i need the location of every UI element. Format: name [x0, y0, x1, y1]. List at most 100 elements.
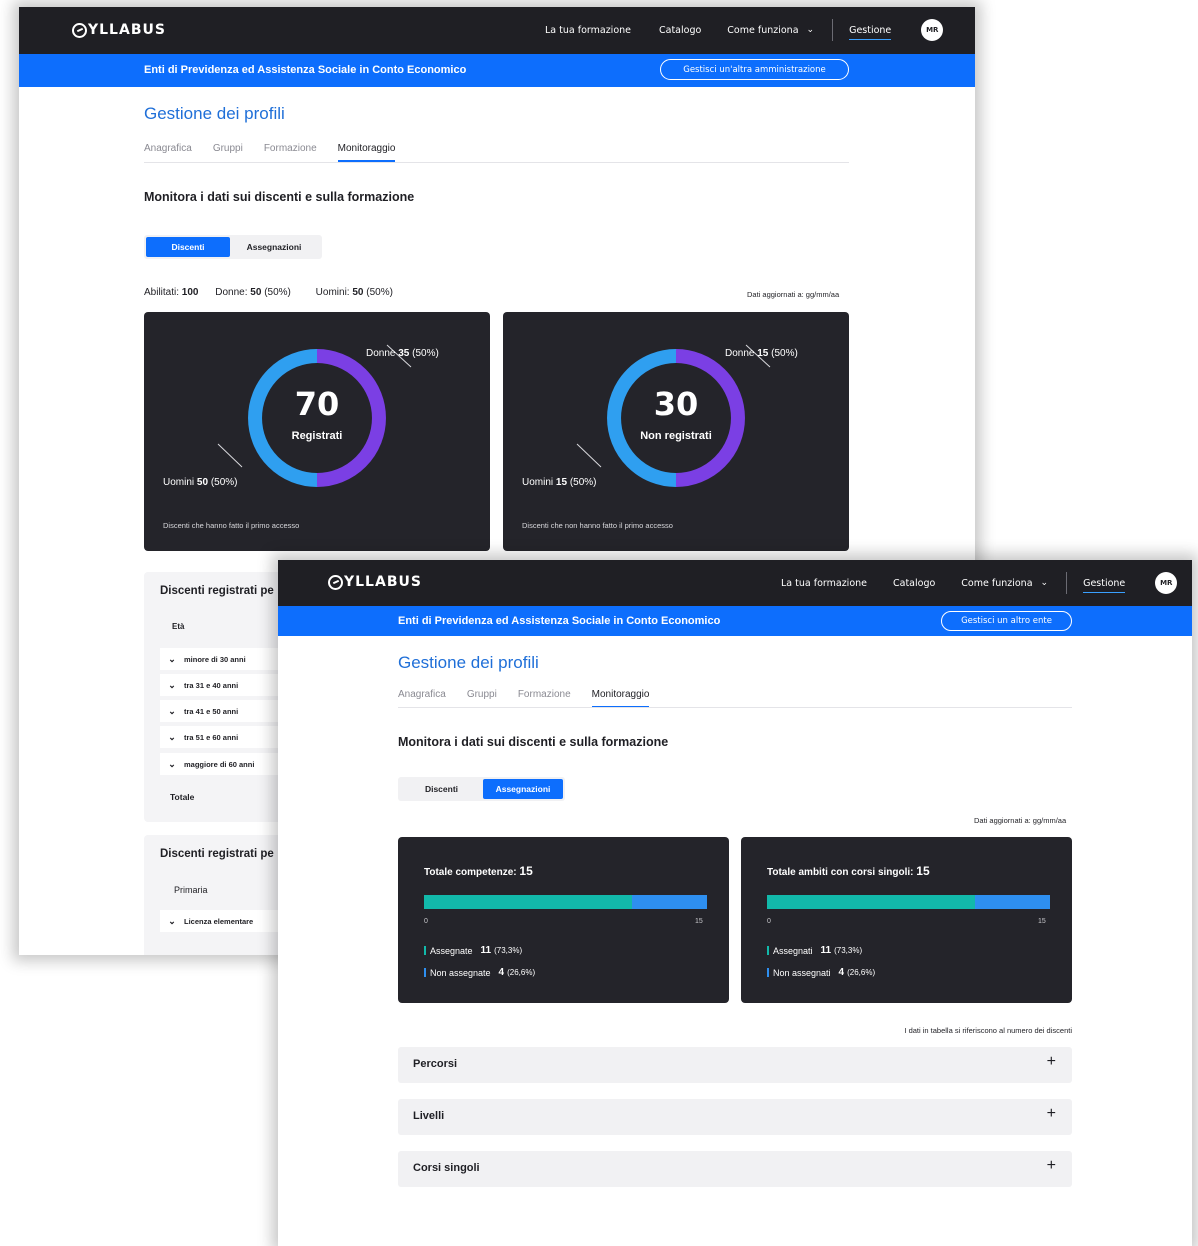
non-registrati-label: Non registrati: [640, 430, 712, 442]
uomini-value: 15: [555, 477, 568, 488]
main-nav: La tua formazione Catalogo Come funziona…: [781, 572, 1178, 594]
view-toggle: Discenti Assegnazioni: [398, 777, 565, 801]
syllabus-logo-icon: [72, 22, 87, 38]
accordion-percorsi[interactable]: Percorsi +: [398, 1047, 1072, 1083]
accordion-corsi-singoli[interactable]: Corsi singoli +: [398, 1151, 1072, 1187]
row-label: tra 41 e 50 anni: [184, 706, 239, 716]
legend-marker: [424, 946, 426, 955]
organization-name: Enti di Previdenza ed Assistenza Sociale…: [144, 64, 467, 76]
plus-icon[interactable]: +: [1047, 1053, 1056, 1071]
registrati-count: 70: [294, 385, 340, 423]
legend-assigned: Assegnati 11 (73,3%): [767, 945, 862, 956]
tab-gruppi[interactable]: Gruppi: [467, 689, 497, 708]
chevron-down-icon[interactable]: ⌄: [160, 654, 184, 665]
chevron-down-icon[interactable]: ⌄: [807, 25, 815, 35]
chevron-down-icon[interactable]: ⌄: [160, 759, 184, 770]
tab-monitoraggio[interactable]: Monitoraggio: [591, 689, 650, 708]
toggle-discenti[interactable]: Discenti: [146, 237, 230, 257]
nav-come-funziona[interactable]: Come funziona: [961, 578, 1032, 589]
plus-icon[interactable]: +: [1047, 1157, 1056, 1175]
ambiti-title: Totale ambiti con corsi singoli: 15: [767, 864, 930, 878]
toggle-discenti[interactable]: Discenti: [400, 779, 483, 799]
legend-pct: (73,3%): [494, 946, 523, 955]
legend-marker: [767, 946, 769, 955]
uomini-pct: (50%): [210, 477, 238, 488]
abilitati-label: Abilitati:: [144, 287, 180, 298]
organization-bar: Enti di Previdenza ed Assistenza Sociale…: [278, 606, 1192, 636]
page-title: Gestione dei profili: [144, 104, 285, 123]
tab-anagrafica[interactable]: Anagrafica: [144, 143, 192, 162]
non-registrati-uomini-label: Uomini 15 (50%): [522, 477, 597, 488]
legend-value: 11: [820, 945, 832, 956]
row-label: tra 31 e 40 anni: [184, 680, 239, 690]
education-group-label: Primaria: [174, 885, 208, 895]
legend-marker: [424, 968, 426, 977]
chevron-down-icon[interactable]: ⌄: [160, 706, 184, 717]
competenze-total: 15: [519, 864, 533, 878]
legend-marker: [767, 968, 769, 977]
avatar[interactable]: MR: [921, 19, 944, 41]
tab-anagrafica[interactable]: Anagrafica: [398, 689, 446, 708]
competenze-unassigned-bar: [631, 895, 707, 909]
nav-la-tua-formazione[interactable]: La tua formazione: [781, 578, 867, 589]
avatar[interactable]: MR: [1155, 572, 1178, 594]
leader-line: [576, 443, 602, 468]
switch-administration-button[interactable]: Gestisci un'altra amministrazione: [660, 59, 849, 80]
legend-label: Assegnate: [430, 945, 473, 956]
nav-divider: [1066, 572, 1068, 594]
legend-pct: (26,6%): [847, 968, 876, 977]
legend-label: Non assegnati: [773, 967, 831, 978]
competenze-title: Totale competenze: 15: [424, 864, 533, 878]
tab-formazione[interactable]: Formazione: [518, 689, 571, 708]
switch-ente-button[interactable]: Gestisci un altro ente: [941, 611, 1072, 631]
legend-value: 4: [838, 967, 845, 978]
nav-catalogo[interactable]: Catalogo: [659, 25, 701, 36]
chevron-down-icon[interactable]: ⌄: [160, 680, 184, 691]
tabs-divider: [144, 162, 849, 163]
legend-label: Non assegnate: [430, 967, 491, 978]
section-title: Monitora i dati sui discenti e sulla for…: [144, 190, 415, 204]
chevron-down-icon[interactable]: ⌄: [160, 732, 184, 743]
toggle-assegnazioni[interactable]: Assegnazioni: [230, 237, 318, 257]
tab-formazione[interactable]: Formazione: [264, 143, 317, 162]
chevron-down-icon[interactable]: ⌄: [160, 916, 184, 927]
legend-unassigned: Non assegnati 4 (26,6%): [767, 967, 875, 978]
abilitati-value: 100: [181, 287, 199, 298]
syllabus-logo[interactable]: YLLABUS: [328, 574, 422, 590]
age-total-label: Totale: [170, 792, 195, 802]
donne-text: Donne: [725, 348, 755, 359]
registrati-label: Registrati: [291, 430, 343, 442]
legend-value: 4: [498, 967, 505, 978]
competenze-card: Totale competenze: 15 0 15 Assegnate 11 …: [398, 837, 729, 1003]
uomini-value: 50: [196, 477, 209, 488]
organization-name: Enti di Previdenza ed Assistenza Sociale…: [398, 615, 721, 627]
donne-pct: (50%): [264, 287, 291, 298]
non-registrati-donne-label: Donne 15 (50%): [725, 348, 798, 359]
donne-value: 50: [250, 287, 262, 298]
nav-la-tua-formazione[interactable]: La tua formazione: [545, 25, 631, 36]
syllabus-logo[interactable]: YLLABUS: [72, 22, 166, 38]
accordion-label: Percorsi: [413, 1058, 458, 1070]
nav-gestione[interactable]: Gestione: [1083, 578, 1126, 593]
legend-assigned: Assegnate 11 (73,3%): [424, 945, 522, 956]
leader-line: [217, 443, 243, 468]
nav-catalogo[interactable]: Catalogo: [893, 578, 935, 589]
tab-gruppi[interactable]: Gruppi: [213, 143, 243, 162]
accordion-livelli[interactable]: Livelli +: [398, 1099, 1072, 1135]
legend-pct: (26,6%): [507, 968, 536, 977]
nav-gestione[interactable]: Gestione: [849, 25, 892, 40]
profile-tabs: Anagrafica Gruppi Formazione Monitoraggi…: [144, 143, 396, 162]
ambiti-assigned-bar: [767, 895, 975, 909]
registrati-uomini-label: Uomini 50 (50%): [163, 477, 238, 488]
uomini-pct: (50%): [366, 287, 393, 298]
tab-monitoraggio[interactable]: Monitoraggio: [337, 143, 396, 162]
accordion-label: Corsi singoli: [413, 1162, 480, 1174]
toggle-assegnazioni[interactable]: Assegnazioni: [483, 779, 563, 799]
donne-value: 35: [398, 348, 410, 359]
uomini-text: Uomini: [163, 477, 195, 488]
plus-icon[interactable]: +: [1047, 1105, 1056, 1123]
chevron-down-icon[interactable]: ⌄: [1041, 578, 1049, 588]
screen-assegnazioni: YLLABUS La tua formazione Catalogo Come …: [278, 560, 1192, 1246]
nav-come-funziona[interactable]: Come funziona: [727, 25, 798, 36]
organization-bar: Enti di Previdenza ed Assistenza Sociale…: [19, 54, 975, 87]
